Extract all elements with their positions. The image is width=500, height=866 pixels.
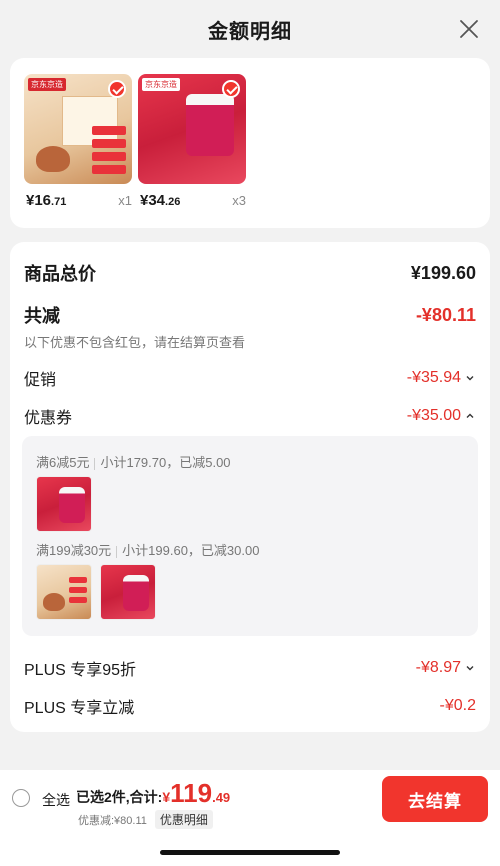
close-icon [460,20,478,38]
selected-count-text: 已选2件,合计: [76,789,163,805]
product-image: 京东京造 [24,74,132,184]
total-reduce-row: 共减 -¥80.11 [24,302,476,328]
close-button[interactable] [454,14,484,44]
selected-check-icon[interactable] [108,80,126,98]
plus-reduce-value: -¥0.2 [439,697,476,714]
total-price-row: 商品总价 ¥199.60 [24,260,476,286]
select-all-label[interactable]: 全选 [42,790,70,810]
product-item[interactable]: 京东京造 ¥34.26 x3 [138,74,246,209]
order-total: 已选2件,合计:¥119.49 [76,778,231,808]
modal-header: 金额明细 [0,0,500,58]
coupon-row[interactable]: 优惠券 -¥35.00 [24,404,476,428]
coupon-line: 满199减30元 小计199.60，已减30.00 [36,540,259,559]
promo-row[interactable]: 促销 -¥35.94 [24,366,476,390]
selected-check-icon[interactable] [222,80,240,98]
promo-value: -¥35.94 [406,369,461,386]
coupon-product-thumb [100,564,156,620]
total-price-value: ¥199.60 [410,262,476,283]
coupon-product-thumb [36,564,92,620]
coupon-rule: 满6减5元 [36,455,90,470]
coupon-detail-panel: 满6减5元 小计179.70，已减5.00 满199减30元 小计199.60，已减… [22,436,478,636]
coupon-detail: 小计179.70，已减5.00 [100,455,231,470]
total-price-label: 商品总价 [24,264,96,284]
product-item[interactable]: 京东京造 ¥16.71 x1 [24,74,132,209]
plus-discount-row[interactable]: PLUS 专享95折 -¥8.97 [24,656,476,680]
chevron-up-icon[interactable] [464,410,476,422]
coupon-label: 优惠券 [24,410,73,427]
chevron-down-icon[interactable] [464,372,476,384]
checkout-bar: 全选 已选2件,合计:¥119.49 优惠减:¥80.11 优惠明细 去结算 [0,770,500,866]
plus-discount-label: PLUS 专享95折 [24,662,137,679]
product-quantity: x3 [232,193,246,208]
total-reduce-value: -¥80.11 [415,304,476,325]
total-amount: 119 [170,778,213,808]
coupon-rule: 满199减30元 [36,543,112,558]
promo-label: 促销 [24,372,57,389]
product-image: 京东京造 [138,74,246,184]
coupon-product-thumb [36,476,92,532]
product-list: 京东京造 ¥16.71 x1 京东京造 ¥34.26 x3 [10,58,490,228]
product-quantity: x1 [118,193,132,208]
product-price: ¥34.26 [140,192,181,209]
product-brand-badge: 京东京造 [28,78,66,91]
page-title: 金额明细 [208,20,292,43]
plus-reduce-row: PLUS 专享立减 -¥0.2 [24,694,476,718]
discount-note: 以下优惠不包含红包，请在结算页查看 [24,335,246,350]
select-all-radio[interactable] [12,789,30,807]
chevron-down-icon[interactable] [464,662,476,674]
product-price: ¥16.71 [26,192,67,209]
checkout-button[interactable]: 去结算 [382,776,488,822]
coupon-detail: 小计199.60，已减30.00 [122,543,260,558]
discount-amount-text: 优惠减:¥80.11 [78,814,147,827]
discount-detail-button[interactable]: 优惠明细 [154,810,213,829]
total-reduce-label: 共减 [24,306,60,326]
coupon-line: 满6减5元 小计179.70，已减5.00 [36,452,231,471]
home-indicator [160,850,340,855]
plus-discount-value: -¥8.97 [415,659,461,676]
plus-reduce-label: PLUS 专享立减 [24,700,135,717]
price-details: 商品总价 ¥199.60 共减 -¥80.11 以下优惠不包含红包，请在结算页查… [10,242,490,732]
coupon-value: -¥35.00 [406,407,461,424]
product-brand-badge: 京东京造 [142,78,180,91]
